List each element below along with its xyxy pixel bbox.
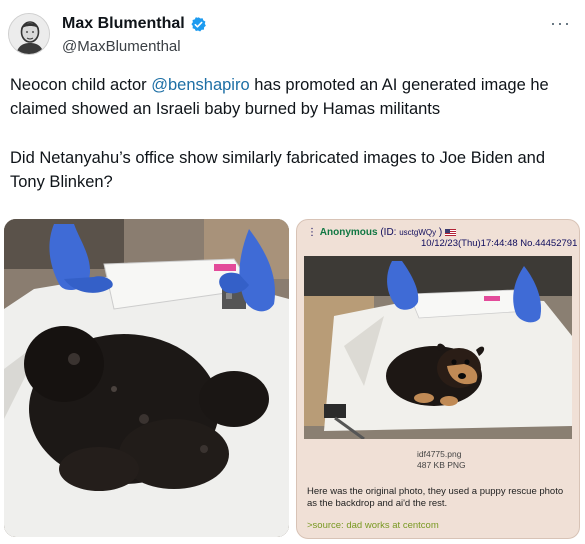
mention-link[interactable]: @benshapiro <box>151 76 249 94</box>
tweet-image-burned-figure[interactable] <box>4 219 289 537</box>
avatar[interactable] <box>8 13 50 55</box>
tweet-image-chan-post[interactable]: ⋮ Anonymous (ID: usctgWQy ) 10/12/23(Thu… <box>296 219 580 539</box>
chan-post-header: ⋮ Anonymous (ID: usctgWQy ) <box>307 227 457 238</box>
tweet-paragraph-2: Did Netanyahu’s office show similarly fa… <box>10 149 546 191</box>
tweet-card: Max Blumenthal @MaxBlumenthal ··· Neocon… <box>0 0 585 544</box>
chan-menu-icon: ⋮ <box>307 227 320 238</box>
chan-post-comment: Here was the original photo, they used a… <box>307 486 564 509</box>
author-display-name[interactable]: Max Blumenthal <box>62 15 185 33</box>
verified-badge-icon <box>191 16 206 32</box>
chan-file-name: idf4775.png <box>417 449 462 459</box>
author-name-row: Max Blumenthal <box>62 15 207 33</box>
chan-poster-name: Anonymous <box>319 227 378 238</box>
tweet-text-prefix: Neocon child actor <box>10 76 152 94</box>
chan-id-close: ) <box>436 227 443 238</box>
chan-file-size: 487 KB PNG <box>417 460 466 470</box>
chan-greentext-quote: >source: dad works at centcom <box>307 520 439 531</box>
chan-poster-id: usctgWQy <box>399 228 437 237</box>
chan-post-date: 10/12/23(Thu)17:44:48 No.44452791 <box>421 238 578 249</box>
tweet-paragraph-1: Neocon child actor @benshapiro has promo… <box>10 73 570 121</box>
puppy-photo <box>304 256 572 439</box>
author-handle[interactable]: @MaxBlumenthal <box>62 38 181 55</box>
us-flag-icon <box>445 228 457 236</box>
more-options-icon[interactable]: ··· <box>550 14 571 32</box>
puppy-rescue-photo <box>304 256 572 439</box>
avatar-portrait-icon <box>9 14 49 54</box>
chan-id-open: (ID: <box>380 227 400 238</box>
burned-figure-photo <box>4 219 289 537</box>
